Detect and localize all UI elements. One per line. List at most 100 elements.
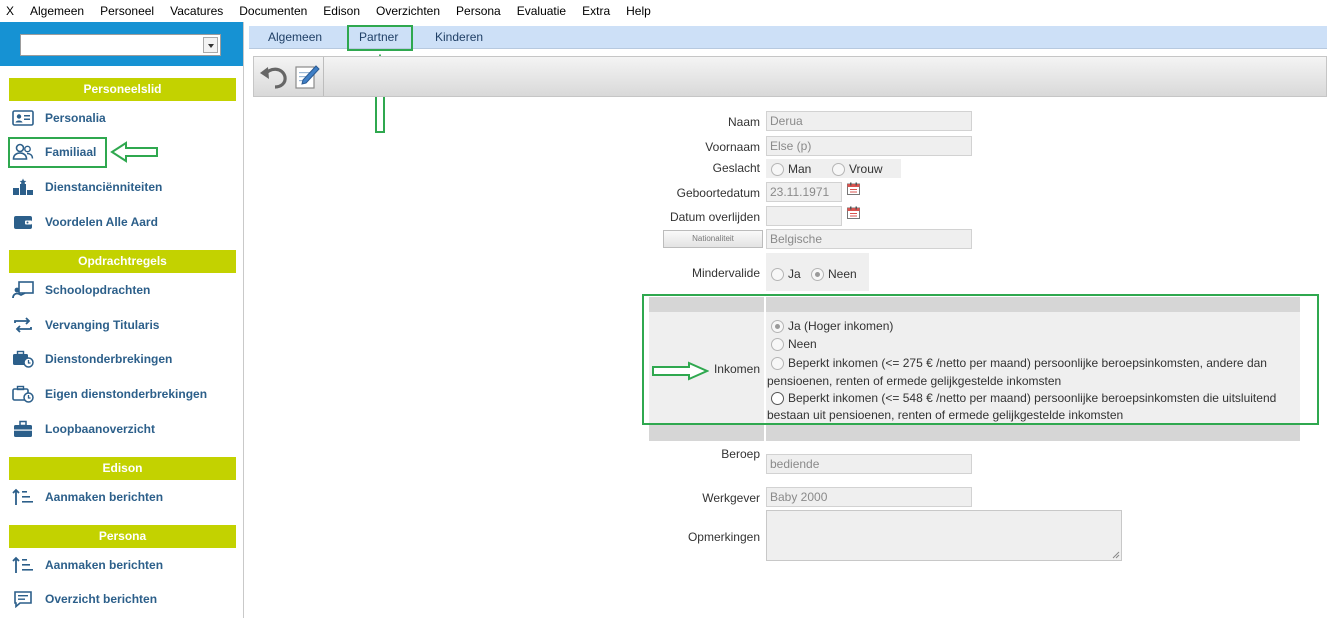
sidebar-item-persona-aanmaken[interactable]: Aanmaken berichten <box>9 551 239 579</box>
sidebar-item-label: Voordelen Alle Aard <box>45 215 158 229</box>
presentation-icon <box>11 279 35 301</box>
briefcase-clock-outline-icon <box>11 383 35 405</box>
menu-close[interactable]: X <box>0 0 22 22</box>
beroep-field[interactable]: bediende <box>766 454 972 474</box>
edit-button[interactable] <box>291 61 323 93</box>
mindervalide-neen-label: Neen <box>828 267 857 281</box>
calendar-icon[interactable] <box>847 206 860 219</box>
mindervalide-ja-label: Ja <box>788 267 801 281</box>
swap-arrows-icon <box>11 314 35 336</box>
menu-vacatures[interactable]: Vacatures <box>162 0 231 22</box>
sort-list-icon <box>11 554 35 576</box>
menu-algemeen[interactable]: Algemeen <box>22 0 92 22</box>
annotation-box-partner <box>347 25 413 51</box>
mindervalide-ja-radio[interactable] <box>771 267 784 281</box>
sidebar-item-label: Schoolopdrachten <box>45 283 151 297</box>
tab-algemeen[interactable]: Algemeen <box>268 26 322 49</box>
menu-edison[interactable]: Edison <box>315 0 368 22</box>
mindervalide-label: Mindervalide <box>691 266 760 280</box>
toolbar <box>253 56 1327 97</box>
edit-icon <box>295 65 320 89</box>
annotation-arrow-right <box>652 361 709 381</box>
mindervalide-ja-option[interactable]: Ja <box>771 267 801 281</box>
sidebar-item-voordelen[interactable]: Voordelen Alle Aard <box>9 208 239 236</box>
man-label: Man <box>788 162 812 176</box>
annotation-box-familiaal <box>8 137 107 168</box>
sidebar-item-label: Vervanging Titularis <box>45 318 160 332</box>
voornaam-label: Voornaam <box>705 140 760 154</box>
sidebar-item-label: Aanmaken berichten <box>45 490 164 504</box>
sidebar-item-loopbaanoverzicht[interactable]: Loopbaanoverzicht <box>9 415 239 443</box>
id-card-icon <box>11 107 35 129</box>
menu-help[interactable]: Help <box>618 0 659 22</box>
naam-label: Naam <box>727 115 760 129</box>
toolbar-separator <box>323 57 324 96</box>
menu-persona[interactable]: Persona <box>448 0 509 22</box>
geboortedatum-field[interactable]: 23.11.1971 <box>766 182 842 202</box>
section-header-persona: Persona <box>9 525 236 548</box>
section-header-personeelslid: Personeelslid <box>9 78 236 101</box>
opmerkingen-label: Opmerkingen <box>687 530 760 544</box>
geslacht-label: Geslacht <box>712 161 760 175</box>
sidebar-item-edison-aanmaken[interactable]: Aanmaken berichten <box>9 483 239 511</box>
annotation-arrow-left <box>110 141 158 163</box>
section-header-opdrachtregels: Opdrachtregels <box>9 250 236 273</box>
mindervalide-neen-option[interactable]: Neen <box>811 267 857 281</box>
naam-field[interactable]: Derua <box>766 111 972 131</box>
sidebar-item-eigen-dienstonderbrekingen[interactable]: Eigen dienstonderbrekingen <box>9 380 239 408</box>
tab-kinderen[interactable]: Kinderen <box>435 26 483 49</box>
sidebar-item-label: Overzicht berichten <box>45 592 158 606</box>
menu-bar: X Algemeen Personeel Vacatures Documente… <box>0 0 1327 22</box>
briefcase-icon <box>11 418 35 440</box>
inkomen-bottom-bar <box>649 425 1300 441</box>
briefcase-clock-icon <box>11 348 35 370</box>
nationaliteit-button[interactable]: Nationaliteit <box>663 230 763 248</box>
overlijden-label: Datum overlijden <box>669 210 760 224</box>
undo-icon <box>260 67 287 89</box>
sidebar-item-label: Aanmaken berichten <box>45 558 164 572</box>
resize-handle-icon[interactable] <box>1112 551 1120 559</box>
werkgever-field[interactable]: Baby 2000 <box>766 487 972 507</box>
menu-evaluatie[interactable]: Evaluatie <box>509 0 574 22</box>
sidebar-item-dienstonderbrekingen[interactable]: Dienstonderbrekingen <box>9 345 239 373</box>
sidebar-item-label: Personalia <box>45 111 106 125</box>
menu-personeel[interactable]: Personeel <box>92 0 162 22</box>
vrouw-label: Vrouw <box>849 162 883 176</box>
sidebar-item-personalia[interactable]: Personalia <box>9 104 239 132</box>
message-icon <box>11 588 35 610</box>
beroep-label: Beroep <box>721 447 760 461</box>
overlijden-field[interactable] <box>766 206 842 226</box>
sidebar-header <box>0 22 243 66</box>
sidebar-item-label: Dienstanciënniteiten <box>45 180 163 194</box>
sidebar-item-label: Loopbaanoverzicht <box>45 422 156 436</box>
menu-extra[interactable]: Extra <box>574 0 618 22</box>
menu-overzichten[interactable]: Overzichten <box>368 0 448 22</box>
sidebar-item-schoolopdrachten[interactable]: Schoolopdrachten <box>9 276 239 304</box>
chevron-down-icon[interactable] <box>203 37 218 53</box>
sidebar-item-persona-overzicht[interactable]: Overzicht berichten <box>9 585 239 613</box>
geboortedatum-label: Geboortedatum <box>676 186 760 200</box>
undo-button[interactable] <box>258 61 290 93</box>
sidebar: Personeelslid Personalia Familiaal Diens… <box>0 22 244 618</box>
geslacht-vrouw-option[interactable]: Vrouw <box>832 162 883 176</box>
vrouw-radio[interactable] <box>832 162 845 176</box>
voornaam-field[interactable]: Else (p) <box>766 136 972 156</box>
sidebar-item-vervanging[interactable]: Vervanging Titularis <box>9 311 239 339</box>
sidebar-dropdown[interactable] <box>20 34 221 56</box>
werkgever-label: Werkgever <box>702 491 760 505</box>
sidebar-item-label: Dienstonderbrekingen <box>45 352 173 366</box>
annotation-box-inkomen <box>642 294 1319 425</box>
nationaliteit-field[interactable]: Belgische <box>766 229 972 249</box>
man-radio[interactable] <box>771 162 784 176</box>
section-header-edison: Edison <box>9 457 236 480</box>
menu-documenten[interactable]: Documenten <box>231 0 315 22</box>
sort-list-icon <box>11 486 35 508</box>
geslacht-man-option[interactable]: Man <box>771 162 811 176</box>
podium-icon <box>11 176 35 198</box>
mindervalide-neen-radio[interactable] <box>811 267 824 281</box>
sidebar-item-label: Eigen dienstonderbrekingen <box>45 387 208 401</box>
wallet-icon <box>11 211 35 233</box>
sidebar-item-dienstancienniteiten[interactable]: Dienstanciënniteiten <box>9 173 239 201</box>
opmerkingen-textarea[interactable] <box>766 510 1122 561</box>
calendar-icon[interactable] <box>847 182 860 195</box>
